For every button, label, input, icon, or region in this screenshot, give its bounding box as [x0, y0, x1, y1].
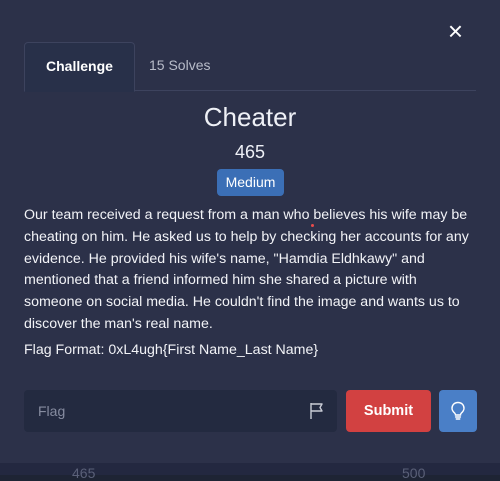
flag-format-text: Flag Format: 0xL4ugh{First Name_Last Nam…: [24, 342, 319, 358]
flag-icon: [310, 403, 323, 419]
background-card-row: 465 500: [0, 463, 500, 481]
tab-solves[interactable]: 15 Solves: [128, 42, 231, 90]
submit-button[interactable]: Submit: [346, 390, 431, 432]
difficulty-badge: Medium: [217, 169, 284, 196]
modal-tabs: Challenge 15 Solves: [24, 42, 476, 92]
flag-input[interactable]: [24, 390, 294, 432]
cursor-dot: [311, 224, 314, 227]
flag-input-container: [24, 390, 337, 432]
tab-challenge[interactable]: Challenge: [24, 42, 135, 92]
challenge-description: Our team received a request from a man w…: [24, 207, 469, 332]
background-points: 500: [402, 465, 426, 481]
close-icon[interactable]: ×: [448, 18, 463, 44]
lightbulb-icon: [451, 401, 465, 420]
challenge-modal: × Challenge 15 Solves Cheater 465 Medium…: [0, 0, 500, 475]
challenge-title: Cheater: [203, 102, 297, 132]
challenge-points: 465: [234, 142, 266, 162]
hint-button[interactable]: [439, 390, 477, 432]
background-points: 465: [72, 465, 96, 481]
